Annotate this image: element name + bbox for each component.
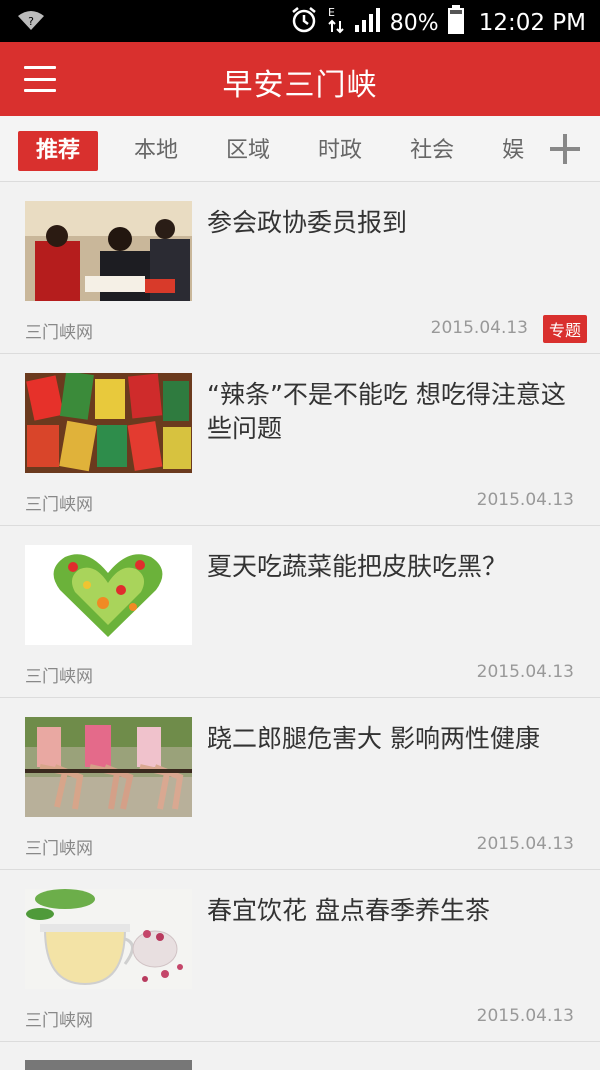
data-transfer-icon: E [326, 5, 346, 41]
wifi-question-icon: ? [16, 8, 46, 36]
tab-recommended[interactable]: 推荐 [18, 131, 99, 171]
news-item[interactable]: 参会政协委员报到 三门峡网 2015.04.13 专题 [0, 182, 600, 354]
news-source: 三门峡网 [25, 495, 93, 515]
topic-badge: 专题 [542, 315, 587, 343]
app-title: 早安三门峡 [222, 68, 378, 103]
news-source: 三门峡网 [25, 667, 93, 687]
tab-local[interactable]: 本地 [116, 131, 196, 171]
news-thumbnail [25, 889, 192, 989]
news-feed: 参会政协委员报到 三门峡网 2015.04.13 专题 “辣条”不是不能吃 想吃… [0, 182, 600, 1042]
news-item[interactable]: 夏天吃蔬菜能把皮肤吃黑？ 三门峡网 2015.04.13 [0, 526, 600, 698]
news-date: 2015.04.13 [476, 662, 574, 682]
tab-politics[interactable]: 时政 [300, 131, 380, 171]
tab-society[interactable]: 社会 [392, 131, 472, 171]
news-title: 夏天吃蔬菜能把皮肤吃黑？ [207, 552, 508, 581]
add-tab-button[interactable] [530, 116, 600, 181]
news-thumbnail-partial [25, 1060, 192, 1070]
news-thumbnail [25, 717, 192, 817]
news-thumbnail [25, 373, 192, 473]
news-title: “辣条”不是不能吃 想吃得注意这些问题 [207, 380, 566, 443]
news-date: 2015.04.13 [430, 318, 528, 338]
news-item[interactable]: 跷二郎腿危害大 影响两性健康 三门峡网 2015.04.13 [0, 698, 600, 870]
category-tabs: 推荐 本地 区域 时政 社会 娱 [0, 116, 600, 182]
news-title: 参会政协委员报到 [207, 208, 408, 237]
news-source: 三门峡网 [25, 1011, 93, 1031]
battery-icon [447, 5, 465, 41]
news-title: 春宜饮花 盘点春季养生茶 [207, 896, 490, 925]
news-thumbnail [25, 201, 192, 301]
news-item[interactable]: “辣条”不是不能吃 想吃得注意这些问题 三门峡网 2015.04.13 [0, 354, 600, 526]
svg-text:?: ? [28, 15, 34, 28]
news-date: 2015.04.13 [476, 490, 574, 510]
clock: 12:02 PM [478, 10, 586, 36]
news-date: 2015.04.13 [476, 1006, 574, 1026]
tab-region[interactable]: 区域 [208, 131, 288, 171]
alarm-icon [290, 6, 318, 40]
signal-icon [354, 7, 382, 39]
news-item[interactable]: 春宜饮花 盘点春季养生茶 三门峡网 2015.04.13 [0, 870, 600, 1042]
news-source: 三门峡网 [25, 839, 93, 859]
app-bar: 早安三门峡 [0, 42, 600, 116]
plus-icon [550, 134, 580, 164]
news-date: 2015.04.13 [476, 834, 574, 854]
svg-text:E: E [328, 6, 335, 19]
news-title: 跷二郎腿危害大 影响两性健康 [207, 724, 540, 753]
status-bar: ? E 80% 12:02 PM [0, 0, 600, 42]
news-thumbnail [25, 545, 192, 645]
news-source: 三门峡网 [25, 323, 93, 343]
battery-percent: 80% [389, 10, 439, 36]
